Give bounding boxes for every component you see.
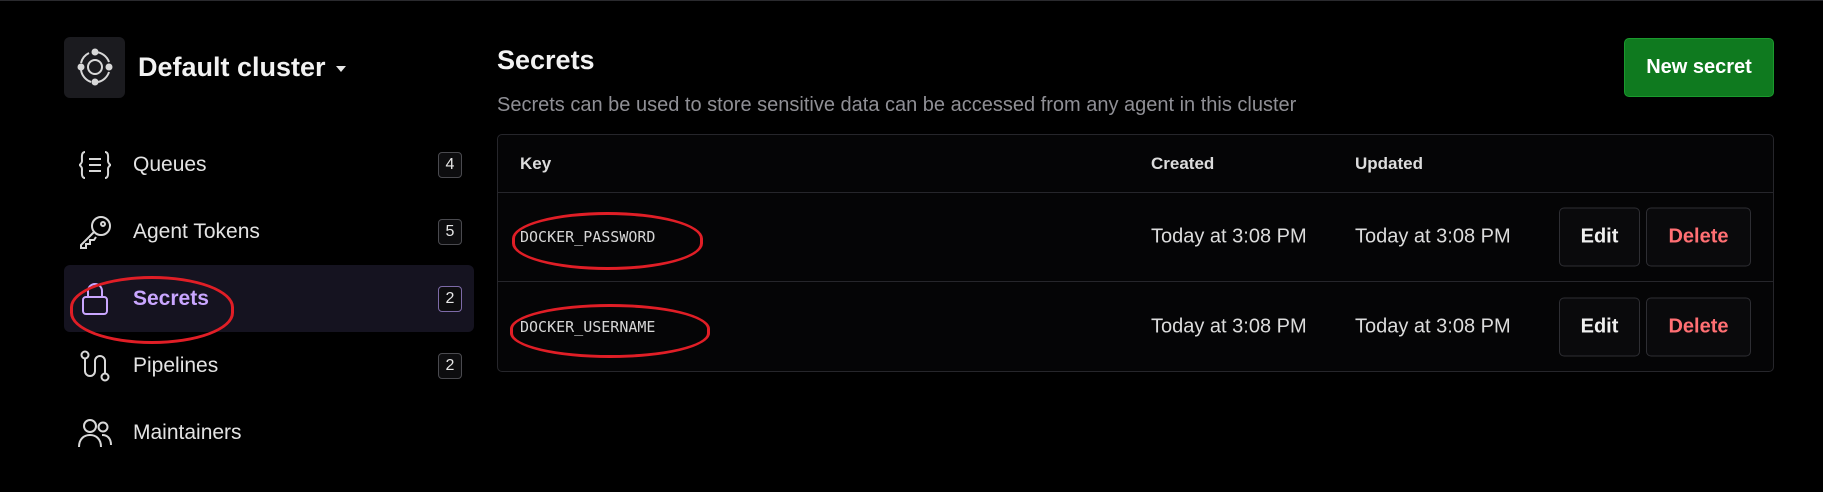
page-title: Secrets — [497, 45, 595, 75]
count-badge: 2 — [438, 352, 462, 379]
sidebar-item-agent-tokens[interactable]: Agent Tokens 5 — [64, 198, 474, 265]
cluster-switcher[interactable]: Default cluster — [64, 36, 474, 98]
page-subtitle: Secrets can be used to store sensitive d… — [497, 94, 1297, 116]
column-header-updated: Updated — [1355, 153, 1423, 173]
created-date: Today at 3:08 PM — [1151, 225, 1307, 248]
updated-date: Today at 3:08 PM — [1355, 225, 1511, 248]
sidebar-item-secrets[interactable]: Secrets 2 — [64, 265, 474, 332]
key-icon — [75, 212, 115, 252]
count-badge: 5 — [438, 218, 462, 245]
pipeline-icon — [75, 346, 115, 386]
table-row: DOCKER_PASSWORD Today at 3:08 PM Today a… — [498, 193, 1773, 282]
delete-button[interactable]: Delete — [1646, 297, 1751, 356]
cluster-icon — [64, 36, 125, 98]
table-header: Key Created Updated — [498, 135, 1773, 193]
edit-button[interactable]: Edit — [1559, 207, 1640, 267]
top-border — [0, 0, 1823, 1]
sidebar-item-label: Secrets — [133, 286, 209, 310]
table-row: DOCKER_USERNAME Today at 3:08 PM Today a… — [498, 282, 1773, 371]
sidebar-item-label: Pipelines — [133, 353, 219, 377]
updated-date: Today at 3:08 PM — [1355, 315, 1511, 337]
count-badge: 2 — [438, 285, 462, 312]
delete-button[interactable]: Delete — [1646, 207, 1751, 267]
queue-list-icon — [75, 145, 115, 185]
created-date: Today at 3:08 PM — [1151, 315, 1307, 337]
lock-icon — [75, 279, 115, 319]
secrets-table: Key Created Updated DOCKER_PASSWORD Toda… — [497, 134, 1774, 372]
sidebar-item-label: Agent Tokens — [133, 219, 260, 243]
sidebar-item-label: Queues — [133, 152, 207, 176]
secret-key: DOCKER_PASSWORD — [520, 228, 656, 246]
edit-button[interactable]: Edit — [1559, 297, 1640, 356]
column-header-created: Created — [1151, 153, 1215, 173]
sidebar-item-pipelines[interactable]: Pipelines 2 — [64, 332, 474, 399]
column-header-key: Key — [520, 153, 552, 173]
sidebar-item-maintainers[interactable]: Maintainers — [64, 399, 474, 466]
sidebar: Default cluster Queues 4 Agent Tokens 5 … — [64, 36, 474, 466]
sidebar-item-queues[interactable]: Queues 4 — [64, 131, 474, 198]
sidebar-nav: Queues 4 Agent Tokens 5 Secrets 2 Pipeli… — [64, 131, 474, 466]
new-secret-button[interactable]: New secret — [1624, 38, 1774, 97]
cluster-name: Default cluster — [138, 51, 326, 82]
sidebar-item-label: Maintainers — [133, 420, 242, 444]
secret-key: DOCKER_USERNAME — [520, 317, 656, 336]
count-badge: 4 — [438, 151, 462, 178]
users-icon — [75, 413, 115, 453]
main-content: Secrets Secrets can be used to store sen… — [497, 36, 1774, 372]
caret-down-icon — [335, 66, 346, 72]
